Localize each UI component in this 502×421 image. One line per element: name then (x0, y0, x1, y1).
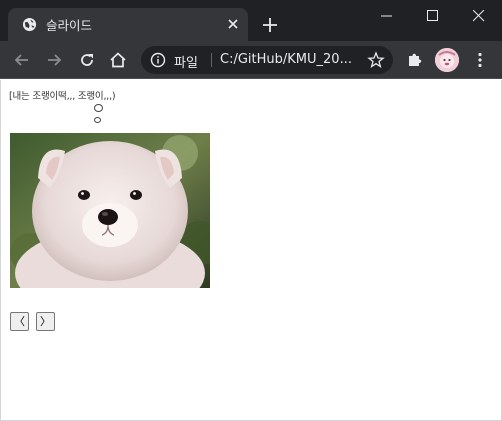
globe-icon (22, 17, 37, 32)
browser-toolbar: 파일 C:/GitHub/KMU_20... (0, 41, 502, 79)
title-bar: 슬라이드 (0, 0, 502, 41)
new-tab-icon[interactable] (261, 16, 279, 34)
address-bar[interactable]: 파일 C:/GitHub/KMU_20... (141, 46, 393, 74)
back-arrow-icon[interactable] (12, 50, 32, 70)
star-icon[interactable] (367, 51, 385, 69)
thought-bubble-large (94, 104, 103, 112)
minimize-icon (381, 15, 392, 17)
more-vert-icon[interactable] (470, 50, 490, 70)
close-icon (473, 10, 485, 22)
tab-title: 슬라이드 (46, 18, 93, 33)
divider (211, 53, 212, 67)
slide-image (10, 133, 210, 288)
next-slide-button[interactable]: 〉 (36, 312, 55, 331)
url-text[interactable]: C:/GitHub/KMU_20... (220, 52, 360, 67)
thought-bubble-small (94, 117, 101, 123)
minimize-button[interactable] (364, 0, 410, 30)
maximize-button[interactable] (410, 0, 456, 30)
extensions-puzzle-icon[interactable] (405, 50, 425, 70)
forward-arrow-icon[interactable] (44, 50, 64, 70)
maximize-icon (427, 10, 438, 21)
prev-slide-button[interactable]: 〈 (10, 312, 29, 331)
page-content: [내는 조랭이떡,,, 조랭이,,,) 〈 〉 (0, 80, 502, 421)
samoyed-puppy-photo (10, 133, 210, 288)
window-close-button[interactable] (456, 0, 502, 30)
reload-icon[interactable] (77, 50, 97, 70)
close-icon[interactable] (224, 15, 242, 33)
browser-tab[interactable]: 슬라이드 (8, 8, 248, 41)
info-icon[interactable] (150, 52, 166, 68)
home-icon[interactable] (108, 50, 128, 70)
avatar-image (435, 48, 459, 72)
slide-caption: [내는 조랭이떡,,, 조랭이,,,) (9, 91, 116, 102)
url-scheme-label: 파일 (174, 56, 198, 71)
profile-avatar[interactable] (435, 48, 459, 72)
